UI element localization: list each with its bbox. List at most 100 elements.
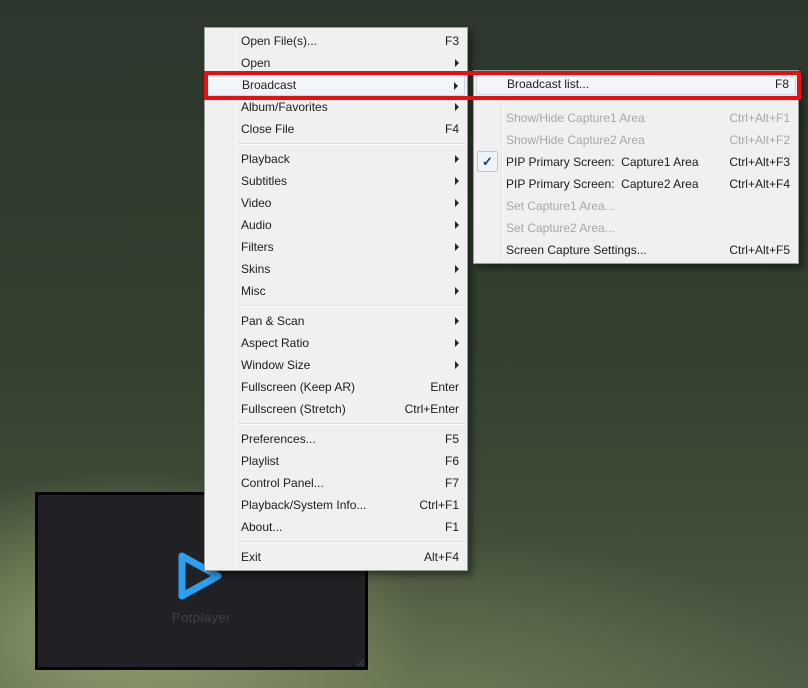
menu-item-label: Pan & Scan — [241, 314, 305, 328]
menu-item-label: Playback/System Info... — [241, 498, 367, 512]
submenu-arrow-icon — [455, 221, 459, 229]
menu-item-label: Broadcast — [242, 78, 297, 92]
menu-item-label: Set Capture2 Area... — [506, 221, 615, 235]
menu-item-aspect-ratio[interactable]: Aspect Ratio — [207, 332, 465, 354]
menu-item-video[interactable]: Video — [207, 192, 465, 214]
menu-item-fullscreen-keep-ar[interactable]: Fullscreen (Keep AR) Enter — [207, 376, 465, 398]
menu-item-subtitles[interactable]: Subtitles — [207, 170, 465, 192]
menu-item-shortcut: Ctrl+Alt+F5 — [729, 243, 790, 257]
menu-item-shortcut: Ctrl+Alt+F1 — [729, 111, 790, 125]
menu-item-filters[interactable]: Filters — [207, 236, 465, 258]
menu-separator — [237, 305, 465, 307]
submenu-arrow-icon — [455, 155, 459, 163]
menu-item-label: Playback — [241, 152, 290, 166]
submenu-arrow-icon — [455, 287, 459, 295]
menu-separator — [237, 423, 465, 425]
menu-item-label: Video — [241, 196, 272, 210]
menu-item-shortcut: F3 — [444, 34, 459, 48]
menu-item-label: Playlist — [241, 454, 280, 468]
menu-item-shortcut: Ctrl+F1 — [419, 498, 459, 512]
submenu-arrow-icon — [455, 317, 459, 325]
menu-item-label: Subtitles — [241, 174, 288, 188]
submenu-arrow-icon — [455, 199, 459, 207]
menu-item-shortcut: F8 — [774, 77, 789, 91]
menu-item-about[interactable]: About... F1 — [207, 516, 465, 538]
submenu-arrow-icon — [455, 243, 459, 251]
menu-item-control-panel[interactable]: Control Panel... F7 — [207, 472, 465, 494]
menu-separator — [506, 100, 796, 102]
menu-item-fullscreen-stretch[interactable]: Fullscreen (Stretch) Ctrl+Enter — [207, 398, 465, 420]
submenu-arrow-icon — [455, 339, 459, 347]
menu-item-label: PIP Primary Screen: Capture1 Area — [506, 155, 699, 169]
menu-item-label: About... — [241, 520, 283, 534]
menu-item-shortcut: F5 — [444, 432, 459, 446]
submenu-arrow-icon — [454, 82, 458, 90]
menu-item-broadcast[interactable]: Broadcast — [207, 74, 465, 96]
menu-item-label: Close File — [241, 122, 295, 136]
menu-separator — [237, 541, 465, 543]
menu-item-open[interactable]: Open — [207, 52, 465, 74]
menu-item-audio[interactable]: Audio — [207, 214, 465, 236]
menu-item-close-file[interactable]: Close File F4 — [207, 118, 465, 140]
menu-item-label: Control Panel... — [241, 476, 324, 490]
menu-separator — [237, 143, 465, 145]
submenu-arrow-icon — [455, 103, 459, 111]
menu-item-skins[interactable]: Skins — [207, 258, 465, 280]
menu-item-pan-scan[interactable]: Pan & Scan — [207, 310, 465, 332]
menu-item-album-favorites[interactable]: Album/Favorites — [207, 96, 465, 118]
menu-item-label: Preferences... — [241, 432, 316, 446]
submenu-arrow-icon — [455, 59, 459, 67]
menu-item-label: Screen Capture Settings... — [506, 243, 647, 257]
menu-item-shortcut: F4 — [444, 122, 459, 136]
menu-item-shortcut: Ctrl+Alt+F3 — [729, 155, 790, 169]
menu-item-pip-primary-screen-capture1-area[interactable]: ✓ PIP Primary Screen: Capture1 Area Ctrl+A… — [476, 151, 796, 173]
menu-item-shortcut: Ctrl+Enter — [404, 402, 459, 416]
menu-item-playback-system-info[interactable]: Playback/System Info... Ctrl+F1 — [207, 494, 465, 516]
menu-item-label: Misc — [241, 284, 266, 298]
menu-item-shortcut: Ctrl+Alt+F4 — [729, 177, 790, 191]
desktop-background: Potplayer Open File(s)... F3 Open Broadcast… — [0, 0, 808, 688]
menu-item-label: Open — [241, 56, 271, 70]
menu-item-label: Fullscreen (Stretch) — [241, 402, 346, 416]
menu-item-preferences[interactable]: Preferences... F5 — [207, 428, 465, 450]
menu-item-window-size[interactable]: Window Size — [207, 354, 465, 376]
menu-item-label: Window Size — [241, 358, 311, 372]
menu-item-misc[interactable]: Misc — [207, 280, 465, 302]
menu-item-label: Album/Favorites — [241, 100, 328, 114]
menu-item-set-capture2-area: Set Capture2 Area... — [476, 217, 796, 239]
menu-item-show-hide-capture1-area: Show/Hide Capture1 Area Ctrl+Alt+F1 — [476, 107, 796, 129]
resize-grip[interactable] — [354, 656, 364, 666]
menu-item-label: Set Capture1 Area... — [506, 199, 615, 213]
menu-item-pip-primary-screen-capture2-area[interactable]: PIP Primary Screen: Capture2 Area Ctrl+Al… — [476, 173, 796, 195]
menu-item-label: Filters — [241, 240, 274, 254]
menu-item-shortcut: F6 — [444, 454, 459, 468]
menu-item-playlist[interactable]: Playlist F6 — [207, 450, 465, 472]
menu-item-playback[interactable]: Playback — [207, 148, 465, 170]
menu-item-set-capture1-area: Set Capture1 Area... — [476, 195, 796, 217]
context-menu-main: Open File(s)... F3 Open Broadcast Album/Favo… — [204, 27, 468, 571]
menu-item-label: Audio — [241, 218, 272, 232]
submenu-arrow-icon — [455, 361, 459, 369]
menu-item-open-file-s[interactable]: Open File(s)... F3 — [207, 30, 465, 52]
menu-item-label: Skins — [241, 262, 271, 276]
menu-item-shortcut: F7 — [444, 476, 459, 490]
menu-item-shortcut: Alt+F4 — [423, 550, 459, 564]
menu-item-exit[interactable]: Exit Alt+F4 — [207, 546, 465, 568]
menu-item-label: Show/Hide Capture2 Area — [506, 133, 645, 147]
potplayer-logo-text: Potplayer — [171, 609, 232, 625]
menu-item-label: Broadcast list... — [507, 77, 590, 91]
menu-item-shortcut: Ctrl+Alt+F2 — [729, 133, 790, 147]
menu-item-show-hide-capture2-area: Show/Hide Capture2 Area Ctrl+Alt+F2 — [476, 129, 796, 151]
menu-item-label: PIP Primary Screen: Capture2 Area — [506, 177, 699, 191]
menu-item-broadcast-list[interactable]: Broadcast list... F8 — [476, 73, 796, 95]
menu-item-label: Show/Hide Capture1 Area — [506, 111, 645, 125]
menu-item-screen-capture-settings[interactable]: Screen Capture Settings... Ctrl+Alt+F5 — [476, 239, 796, 261]
checkmark-icon: ✓ — [477, 151, 498, 172]
submenu-arrow-icon — [455, 177, 459, 185]
menu-item-shortcut: F1 — [444, 520, 459, 534]
menu-item-label: Exit — [241, 550, 262, 564]
menu-item-label: Fullscreen (Keep AR) — [241, 380, 356, 394]
menu-item-label: Open File(s)... — [241, 34, 318, 48]
menu-item-shortcut: Enter — [430, 380, 459, 394]
submenu-arrow-icon — [455, 265, 459, 273]
